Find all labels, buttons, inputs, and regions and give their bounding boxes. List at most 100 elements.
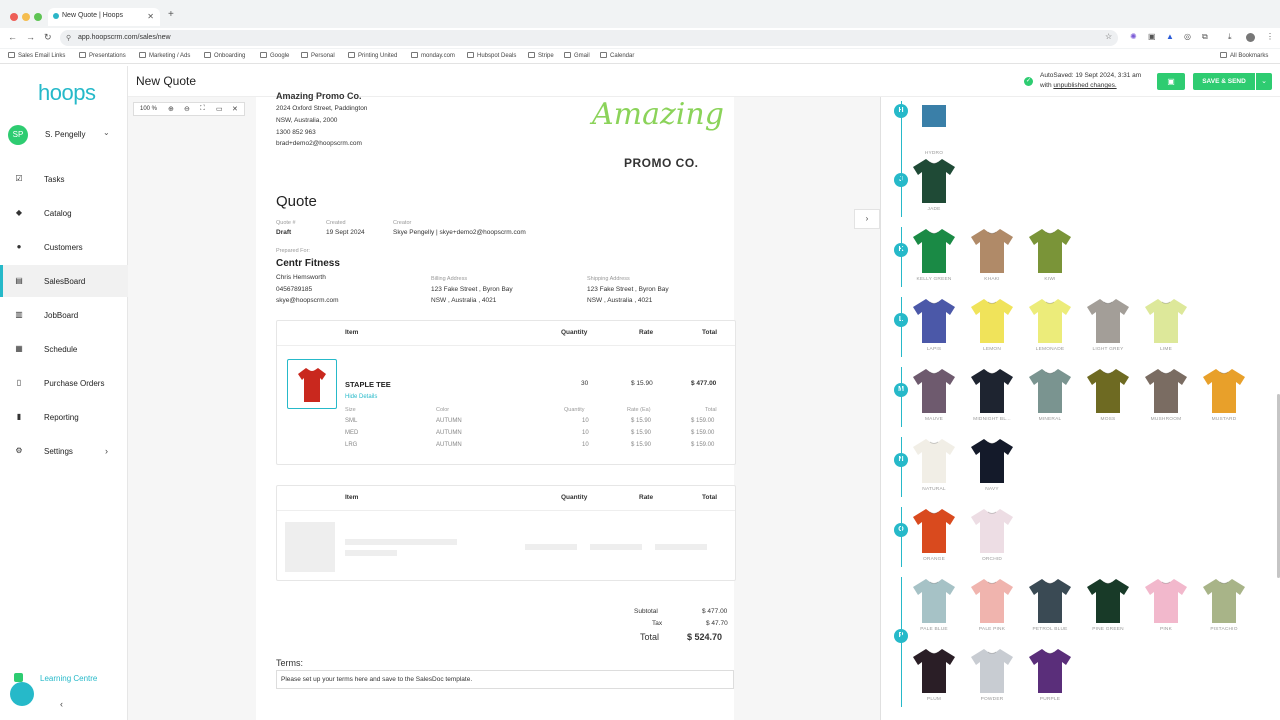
bookmark-item[interactable]: Sales Email Links [8, 52, 65, 59]
color-swatch-plum[interactable]: PLUM [905, 647, 963, 717]
color-swatch-mushroom[interactable]: MUSHROOM [1137, 367, 1195, 437]
profile-icon[interactable] [1246, 33, 1255, 42]
extension-icon[interactable]: ✺ [1130, 32, 1137, 41]
tshirt-icon [971, 439, 1013, 483]
color-swatch-navy[interactable]: NAVY [963, 437, 1021, 507]
reload-icon[interactable]: ↻ [44, 32, 52, 43]
all-bookmarks[interactable]: All Bookmarks [1220, 52, 1268, 59]
color-swatch-petrol-blue[interactable]: PETROL BLUE [1021, 577, 1079, 647]
color-swatch-powder[interactable]: POWDER [963, 647, 1021, 717]
color-swatch-mauve[interactable]: MAUVE [905, 367, 963, 437]
color-swatch-mustard[interactable]: MUSTARD [1195, 367, 1253, 437]
forward-icon[interactable]: → [26, 32, 35, 42]
close-window-icon[interactable] [10, 13, 18, 21]
expand-panel-button[interactable]: › [854, 209, 880, 229]
color-swatch-purple[interactable]: PURPLE [1021, 647, 1079, 717]
color-swatch-pale-pink[interactable]: PALE PINK [963, 577, 1021, 647]
color-swatch-lemonade[interactable]: LEMONADE [1021, 297, 1079, 367]
skeleton-image [285, 522, 335, 572]
address-bar[interactable]: ⚲ app.hoopscrm.com/sales/new [60, 30, 1118, 46]
zoom-level[interactable]: 100 % [140, 106, 157, 112]
hide-details-link[interactable]: Hide Details [345, 394, 377, 400]
maximize-window-icon[interactable] [34, 13, 42, 21]
browser-chrome: New Quote | Hoops ✕ + ← → ↻ ⚲ app.hoopsc… [0, 0, 1280, 64]
sidebar-item-jobboard[interactable]: ▥ JobBoard [0, 299, 128, 331]
back-icon[interactable]: ← [8, 32, 17, 42]
bookmark-item[interactable]: Marketing / Ads [139, 52, 190, 59]
extension-icon[interactable]: ◎ [1184, 32, 1191, 41]
user-name[interactable]: S. Pengelly [45, 130, 85, 139]
zoom-in-icon[interactable]: ⊕ [168, 105, 174, 113]
browser-menu-icon[interactable]: ⋮ [1266, 32, 1274, 41]
bookmark-item[interactable]: Presentations [79, 52, 126, 59]
sidebar-item-catalog[interactable]: ◆ Catalog [0, 197, 128, 229]
color-swatch-moss[interactable]: MOSS [1079, 367, 1137, 437]
bar-chart-icon: ▮ [16, 412, 22, 421]
sidebar-item-label: Customers [44, 243, 83, 252]
sidebar-item-reporting[interactable]: ▮ Reporting [0, 401, 128, 433]
bookmark-item[interactable]: Personal [301, 52, 335, 59]
color-swatch-orange[interactable]: ORANGE [905, 507, 963, 577]
detail-color: AUTUMN [436, 430, 462, 436]
extension-icon[interactable]: ▲ [1166, 32, 1174, 41]
sidebar-item-tasks[interactable]: ☑ Tasks [0, 163, 128, 195]
color-swatch-pale-blue[interactable]: PALE BLUE [905, 577, 963, 647]
line-total: $ 477.00 [691, 380, 717, 387]
learning-centre-link[interactable]: Learning Centre [40, 674, 97, 683]
color-swatch-natural[interactable]: NATURAL [905, 437, 963, 507]
bookmark-item[interactable]: monday.com [411, 52, 455, 59]
color-swatch-kelly-green[interactable]: KELLY GREEN [905, 227, 963, 297]
product-thumbnail[interactable] [287, 359, 337, 409]
color-swatch-kiwi[interactable]: KIWI [1021, 227, 1079, 297]
bookmark-item[interactable]: Printing United [348, 52, 397, 59]
fit-width-icon[interactable]: ▭ [216, 105, 223, 113]
color-name: PALE PINK [978, 627, 1006, 632]
hoops-logo[interactable]: hoops [38, 80, 96, 106]
color-swatch-light-grey[interactable]: LIGHT GREY [1079, 297, 1137, 367]
color-swatch-pine-green[interactable]: PINE GREEN [1079, 577, 1137, 647]
color-swatch-mineral[interactable]: MINERAL [1021, 367, 1079, 437]
close-tab-icon[interactable]: ✕ [147, 12, 154, 21]
color-swatch-pistachio[interactable]: PISTACHIO [1195, 577, 1253, 647]
color-swatch-jade[interactable]: JADE [905, 157, 963, 227]
color-swatch-lime[interactable]: LIME [1137, 297, 1195, 367]
chat-support-icon[interactable] [10, 682, 34, 706]
bookmark-item[interactable]: Stripe [528, 52, 554, 59]
color-swatch-lapis[interactable]: LAPIS [905, 297, 963, 367]
sidebar-item-salesboard[interactable]: ▤ SalesBoard [0, 265, 128, 297]
bookmark-item[interactable]: Calendar [600, 52, 634, 59]
fit-page-icon[interactable]: ⛶ [200, 105, 205, 113]
extension-icon[interactable]: ▣ [1148, 32, 1156, 41]
color-swatch-midnight-bl[interactable]: MIDNIGHT BL... [963, 367, 1021, 437]
bookmark-star-icon[interactable]: ☆ [1105, 32, 1112, 41]
site-info-icon[interactable]: ⚲ [66, 34, 71, 42]
collapse-sidebar-icon[interactable]: ‹ [60, 699, 63, 709]
chevron-down-icon[interactable]: ⌄ [103, 128, 110, 137]
minimize-window-icon[interactable] [22, 13, 30, 21]
sidebar-item-customers[interactable]: ● Customers [0, 231, 128, 263]
zoom-out-icon[interactable]: ⊖ [184, 105, 190, 113]
color-name: MUSHROOM [1150, 417, 1182, 422]
color-swatch-orchid[interactable]: ORCHID [963, 507, 1021, 577]
terms-field[interactable]: Please set up your terms here and save t… [276, 670, 734, 689]
new-tab-icon[interactable]: + [168, 9, 174, 20]
sidebar-item-purchase-orders[interactable]: ▯ Purchase Orders [0, 367, 128, 399]
color-swatch-lemon[interactable]: LEMON [963, 297, 1021, 367]
bookmark-item[interactable]: Gmail [564, 52, 590, 59]
avatar[interactable]: SP [8, 125, 28, 145]
reset-zoom-icon[interactable]: ✕ [232, 105, 238, 113]
download-icon[interactable]: ⤓ [1228, 32, 1232, 42]
chevron-down-icon[interactable]: ⌄ [1256, 73, 1272, 90]
color-swatch-khaki[interactable]: KHAKI [963, 227, 1021, 297]
bookmark-item[interactable]: Google [260, 52, 289, 59]
bookmark-item[interactable]: Hubspot Deals [467, 52, 516, 59]
extensions-puzzle-icon[interactable]: ⧉ [1202, 32, 1208, 42]
save-button[interactable]: ▣ [1157, 73, 1185, 90]
color-swatch-pink[interactable]: PINK [1137, 577, 1195, 647]
bookmark-item[interactable]: Onboarding [204, 52, 245, 59]
sidebar-item-settings[interactable]: ⚙ Settings › [0, 435, 128, 467]
browser-tab[interactable]: New Quote | Hoops ✕ [48, 8, 160, 26]
sidebar-item-schedule[interactable]: ▦ Schedule [0, 333, 128, 365]
save-and-send-button[interactable]: SAVE & SEND [1193, 73, 1255, 90]
unpublished-changes-link[interactable]: unpublished changes. [1053, 82, 1116, 89]
